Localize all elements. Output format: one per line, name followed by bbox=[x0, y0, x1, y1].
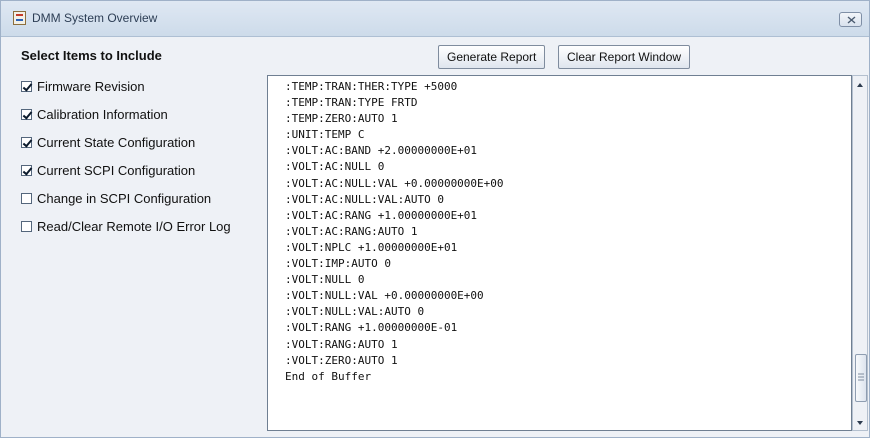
select-items-heading: Select Items to Include bbox=[21, 48, 162, 63]
option-checkbox[interactable] bbox=[21, 137, 32, 148]
report-line: :VOLT:AC:RANG +1.00000000E+01 bbox=[285, 208, 478, 222]
option-checkbox[interactable] bbox=[21, 81, 32, 92]
scroll-up-arrow-icon[interactable] bbox=[856, 81, 864, 89]
report-line: :UNIT:TEMP C bbox=[285, 128, 365, 142]
report-line: :VOLT:ZERO:AUTO 1 bbox=[285, 353, 398, 367]
option-label: Change in SCPI Configuration bbox=[37, 191, 212, 206]
report-line: :VOLT:RANG:AUTO 1 bbox=[285, 337, 398, 351]
option-label: Calibration Information bbox=[37, 107, 168, 122]
report-line: :VOLT:NULL:VAL +0.00000000E+00 bbox=[285, 289, 484, 303]
window-title: DMM System Overview bbox=[32, 11, 158, 25]
report-line: :VOLT:NULL 0 bbox=[285, 273, 365, 287]
report-line: :VOLT:AC:NULL:VAL +0.00000000E+00 bbox=[285, 176, 504, 190]
dmm-system-overview-window: DMM System Overview Select Items to Incl… bbox=[0, 0, 870, 438]
report-lines: :TEMP:TRAN:THER:TYPE +5000 :TEMP:TRAN:TYP… bbox=[285, 79, 504, 385]
option-label: Current State Configuration bbox=[37, 135, 196, 150]
report-line: :VOLT:IMP:AUTO 0 bbox=[285, 257, 391, 271]
report-text-area[interactable]: :TEMP:TRAN:THER:TYPE +5000 :TEMP:TRAN:TYP… bbox=[267, 75, 852, 431]
clear-report-window-button[interactable]: Clear Report Window bbox=[558, 45, 691, 69]
scroll-down-arrow-icon[interactable] bbox=[856, 419, 864, 427]
report-line: :TEMP:TRAN:TYPE FRTD bbox=[285, 96, 418, 110]
option-label: Read/Clear Remote I/O Error Log bbox=[37, 219, 231, 234]
option-checkbox[interactable] bbox=[21, 193, 32, 204]
report-scrollbar[interactable] bbox=[852, 75, 868, 431]
report-line: :VOLT:RANG +1.00000000E-01 bbox=[285, 321, 458, 335]
option-label: Firmware Revision bbox=[37, 79, 145, 94]
report-line: :TEMP:TRAN:THER:TYPE +5000 bbox=[285, 80, 458, 93]
report-line: :VOLT:AC:BAND +2.00000000E+01 bbox=[285, 144, 478, 158]
report-line: :VOLT:AC:NULL:VAL:AUTO 0 bbox=[285, 192, 444, 206]
close-icon bbox=[847, 16, 856, 24]
scroll-thumb[interactable] bbox=[855, 354, 867, 402]
report-line: :VOLT:AC:RANG:AUTO 1 bbox=[285, 224, 418, 238]
title-bar[interactable]: DMM System Overview bbox=[1, 1, 869, 37]
report-line: :VOLT:NULL:VAL:AUTO 0 bbox=[285, 305, 425, 319]
report-line: :VOLT:NPLC +1.00000000E+01 bbox=[285, 240, 458, 254]
content-area: Select Items to Include Generate Report … bbox=[1, 37, 869, 437]
option-checkbox[interactable] bbox=[21, 221, 32, 232]
report-line: :TEMP:ZERO:AUTO 1 bbox=[285, 112, 398, 126]
report-line: :VOLT:AC:NULL 0 bbox=[285, 160, 385, 174]
option-checkbox[interactable] bbox=[21, 165, 32, 176]
scroll-grip-icon bbox=[858, 373, 864, 381]
option-label: Current SCPI Configuration bbox=[37, 163, 196, 178]
option-checkbox[interactable] bbox=[21, 109, 32, 120]
generate-report-button[interactable]: Generate Report bbox=[438, 45, 546, 69]
java-cup-icon bbox=[13, 11, 26, 25]
report-line: End of Buffer bbox=[285, 369, 372, 383]
close-button[interactable] bbox=[839, 12, 862, 27]
